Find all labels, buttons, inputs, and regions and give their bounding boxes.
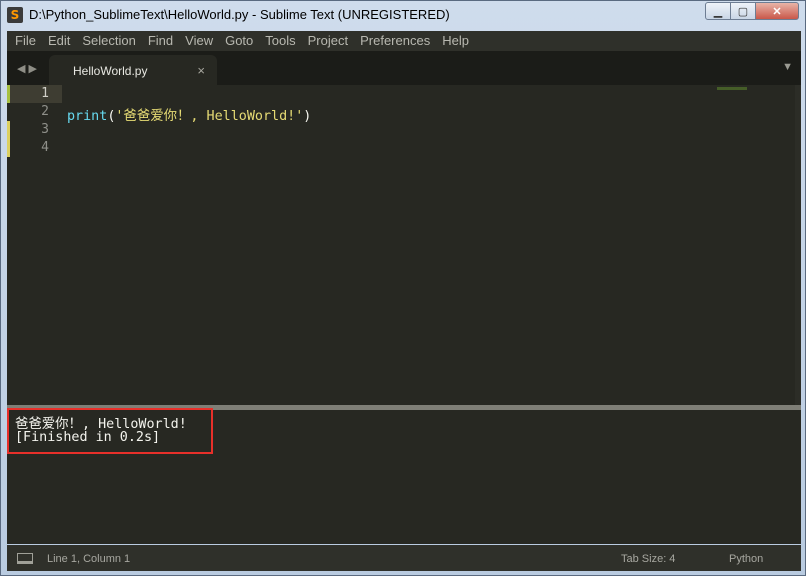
cursor-position: Line 1, Column 1 — [47, 553, 131, 565]
tab-helloworld[interactable]: HelloWorld.py × — [49, 55, 217, 85]
code-paren: ) — [303, 109, 312, 124]
minimap[interactable] — [717, 87, 747, 90]
title-bar: S D:\Python_SublimeText\HelloWorld.py - … — [1, 1, 805, 29]
code-line: print('爸爸爱你！, HelloWorld!') — [67, 104, 311, 124]
tab-nav-arrows-icon[interactable]: ◀▶ — [17, 62, 40, 75]
tab-bar: ◀▶ HelloWorld.py × ▼ — [7, 51, 801, 85]
menu-bar: File Edit Selection Find View Goto Tools… — [7, 31, 801, 51]
line-number: 2 — [41, 104, 49, 119]
line-number: 3 — [41, 122, 49, 137]
menu-find[interactable]: Find — [142, 31, 179, 51]
menu-goto[interactable]: Goto — [219, 31, 259, 51]
menu-view[interactable]: View — [179, 31, 219, 51]
sublime-text-icon: S — [7, 7, 23, 23]
maximize-button[interactable]: ▢ — [730, 2, 756, 20]
menu-project[interactable]: Project — [302, 31, 354, 51]
sublime-window: S D:\Python_SublimeText\HelloWorld.py - … — [0, 0, 806, 576]
menu-preferences[interactable]: Preferences — [354, 31, 436, 51]
code-editor[interactable]: 1 2 3 4 print('爸爸爱你！, HelloWorld!') — [7, 85, 801, 405]
panel-toggle-icon[interactable] — [17, 553, 33, 564]
window-controls: ▁ ▢ ✕ — [705, 2, 799, 22]
syntax-mode[interactable]: Python — [729, 553, 763, 565]
tab-size[interactable]: Tab Size: 4 — [621, 553, 675, 565]
code-string: '爸爸爱你！, HelloWorld!' — [115, 109, 304, 124]
code-function: print — [67, 109, 108, 124]
minimize-button[interactable]: ▁ — [705, 2, 731, 20]
window-title: D:\Python_SublimeText\HelloWorld.py - Su… — [29, 7, 450, 22]
line-gutter: 1 2 3 4 — [7, 85, 55, 405]
build-output-panel: 爸爸爱你！, HelloWorld! [Finished in 0.2s] — [7, 408, 801, 544]
menu-edit[interactable]: Edit — [42, 31, 76, 51]
menu-selection[interactable]: Selection — [76, 31, 141, 51]
output-highlight-box — [7, 408, 213, 454]
tab-dropdown-icon[interactable]: ▼ — [782, 61, 793, 73]
menu-help[interactable]: Help — [436, 31, 475, 51]
tab-close-icon[interactable]: × — [197, 63, 205, 78]
editor-scrollbar[interactable] — [795, 85, 801, 405]
line-number: 4 — [41, 140, 49, 155]
close-button[interactable]: ✕ — [755, 2, 799, 20]
status-bar: Line 1, Column 1 Tab Size: 4 Python — [7, 545, 801, 571]
tab-label: HelloWorld.py — [73, 64, 148, 78]
menu-tools[interactable]: Tools — [259, 31, 301, 51]
menu-file[interactable]: File — [9, 31, 42, 51]
line-number: 1 — [41, 86, 49, 101]
